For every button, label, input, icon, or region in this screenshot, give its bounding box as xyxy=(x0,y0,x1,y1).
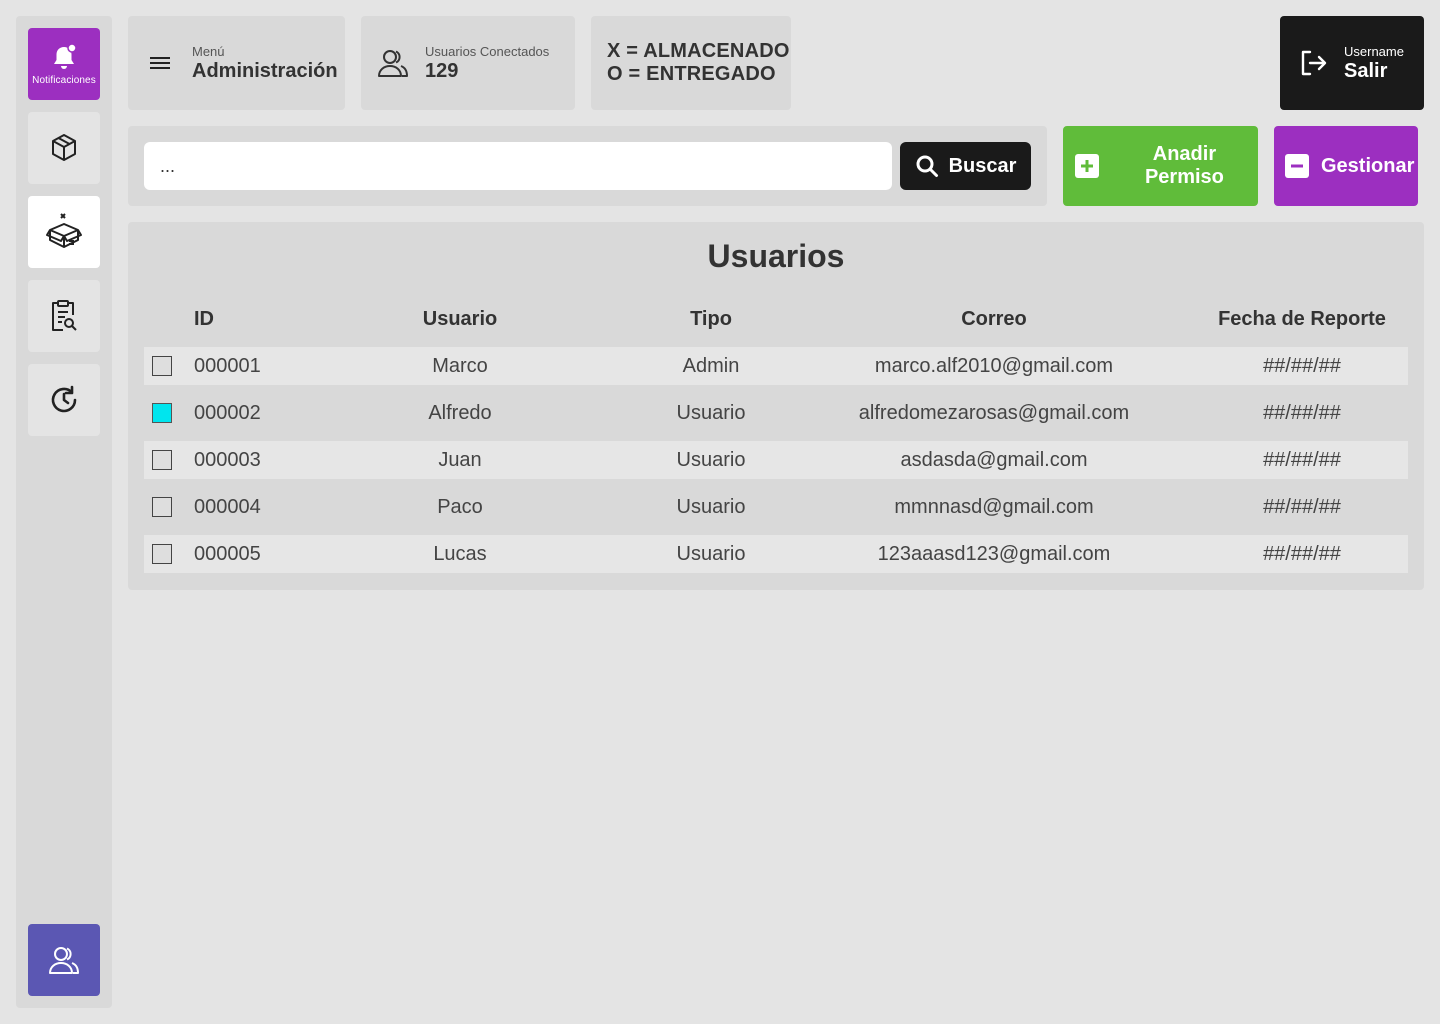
sidebar-item-users[interactable] xyxy=(28,924,100,996)
legend-delivered: O = ENTREGADO xyxy=(607,63,776,85)
table-title: Usuarios xyxy=(707,238,845,274)
notifications-button[interactable]: Notificaciones xyxy=(28,28,100,100)
cell-id: 000002 xyxy=(194,401,261,424)
cell-correo: alfredomezarosas@gmail.com xyxy=(858,401,1130,424)
sidebar-item-deliveries[interactable] xyxy=(28,196,100,268)
connected-users-card: Usuarios Conectados 129 xyxy=(361,16,575,110)
table-body: 000001 Marco Admin marco.alf2010@gmail.c… xyxy=(144,347,1408,582)
cell-tipo: Usuario xyxy=(676,542,746,565)
cell-correo: 123aaasd123@gmail.com xyxy=(877,542,1111,565)
plus-icon xyxy=(1075,154,1099,178)
row-checkbox[interactable] xyxy=(152,450,172,470)
search-button[interactable]: Buscar xyxy=(900,142,1031,190)
menu-title: Administración xyxy=(192,60,338,82)
add-permission-button[interactable]: Anadir Permiso xyxy=(1063,126,1258,206)
cell-correo: asdasda@gmail.com xyxy=(900,448,1088,471)
cell-id: 000001 xyxy=(194,354,261,377)
sidebar: Notificaciones xyxy=(16,16,112,1008)
table-row[interactable]: 000004 Paco Usuario mmnnasd@gmail.com ##… xyxy=(144,488,1408,526)
column-header-id[interactable]: ID xyxy=(194,304,214,334)
search-icon xyxy=(916,155,938,177)
users-icon xyxy=(49,947,79,974)
logout-icon xyxy=(1301,50,1327,76)
cell-usuario: Lucas xyxy=(433,542,487,565)
cell-fecha: ##/##/## xyxy=(1263,354,1341,377)
logout-label: Salir xyxy=(1344,60,1388,82)
box-icon xyxy=(52,134,76,161)
refresh-clock-icon xyxy=(51,385,77,413)
row-checkbox[interactable] xyxy=(152,356,172,376)
table-row[interactable]: 000003 Juan Usuario asdasda@gmail.com ##… xyxy=(144,441,1408,479)
cell-correo: marco.alf2010@gmail.com xyxy=(874,354,1114,377)
sidebar-item-history[interactable] xyxy=(28,364,100,436)
cell-correo: mmnnasd@gmail.com xyxy=(894,495,1094,518)
table-header: ID Usuario Tipo Correo Fecha de Reporte xyxy=(144,304,1408,334)
cell-fecha: ##/##/## xyxy=(1263,448,1341,471)
cell-tipo: Usuario xyxy=(676,495,746,518)
column-header-usuario[interactable]: Usuario xyxy=(370,304,550,334)
column-header-correo[interactable]: Correo xyxy=(794,304,1194,334)
connected-users-count: 129 xyxy=(425,60,459,82)
table-row[interactable]: 000002 Alfredo Usuario alfredomezarosas@… xyxy=(144,394,1408,432)
clipboard-search-icon xyxy=(52,300,77,331)
row-checkbox[interactable] xyxy=(152,497,172,517)
manage-button[interactable]: Gestionar xyxy=(1274,126,1418,206)
add-permission-label: Anadir Permiso xyxy=(1144,143,1224,188)
connected-users-label: Usuarios Conectados xyxy=(425,44,550,59)
cell-tipo: Admin xyxy=(682,354,740,377)
search-bar: Buscar xyxy=(128,126,1047,206)
users-icon xyxy=(378,50,408,77)
cell-usuario: Juan xyxy=(438,448,482,471)
search-button-label: Buscar xyxy=(948,154,1017,177)
menu-card[interactable]: Menú Administración xyxy=(128,16,345,110)
open-box-icon xyxy=(46,213,82,248)
sidebar-item-reports[interactable] xyxy=(28,280,100,352)
search-input[interactable] xyxy=(144,142,892,190)
bell-icon xyxy=(54,42,77,69)
sidebar-item-products[interactable] xyxy=(28,112,100,184)
manage-label: Gestionar xyxy=(1321,154,1415,177)
notifications-label: Notificaciones xyxy=(32,74,96,86)
minus-icon xyxy=(1285,154,1309,178)
table-row[interactable]: 000005 Lucas Usuario 123aaasd123@gmail.c… xyxy=(144,535,1408,573)
cell-id: 000003 xyxy=(194,448,261,471)
row-checkbox[interactable] xyxy=(152,544,172,564)
hamburger-menu-icon[interactable] xyxy=(150,55,170,71)
cell-tipo: Usuario xyxy=(676,401,746,424)
cell-id: 000004 xyxy=(194,495,261,518)
cell-usuario: Alfredo xyxy=(428,401,492,424)
logout-button[interactable]: Username Salir xyxy=(1280,16,1424,110)
table-row[interactable]: 000001 Marco Admin marco.alf2010@gmail.c… xyxy=(144,347,1408,385)
column-header-fecha[interactable]: Fecha de Reporte xyxy=(1202,304,1402,334)
cell-tipo: Usuario xyxy=(676,448,746,471)
cell-fecha: ##/##/## xyxy=(1263,542,1341,565)
cell-id: 000005 xyxy=(194,542,261,565)
legend-stored: X = ALMACENADO xyxy=(607,40,790,62)
menu-small-label: Menú xyxy=(192,44,225,59)
cell-fecha: ##/##/## xyxy=(1263,495,1341,518)
cell-fecha: ##/##/## xyxy=(1263,401,1341,424)
cell-usuario: Marco xyxy=(432,354,488,377)
username-label: Username xyxy=(1344,44,1404,59)
column-header-tipo[interactable]: Tipo xyxy=(621,304,801,334)
status-legend-card: X = ALMACENADO O = ENTREGADO xyxy=(591,16,791,110)
row-checkbox[interactable] xyxy=(152,403,172,423)
users-table-panel: Usuarios ID Usuario Tipo Correo Fecha de… xyxy=(128,222,1424,590)
cell-usuario: Paco xyxy=(437,495,483,518)
